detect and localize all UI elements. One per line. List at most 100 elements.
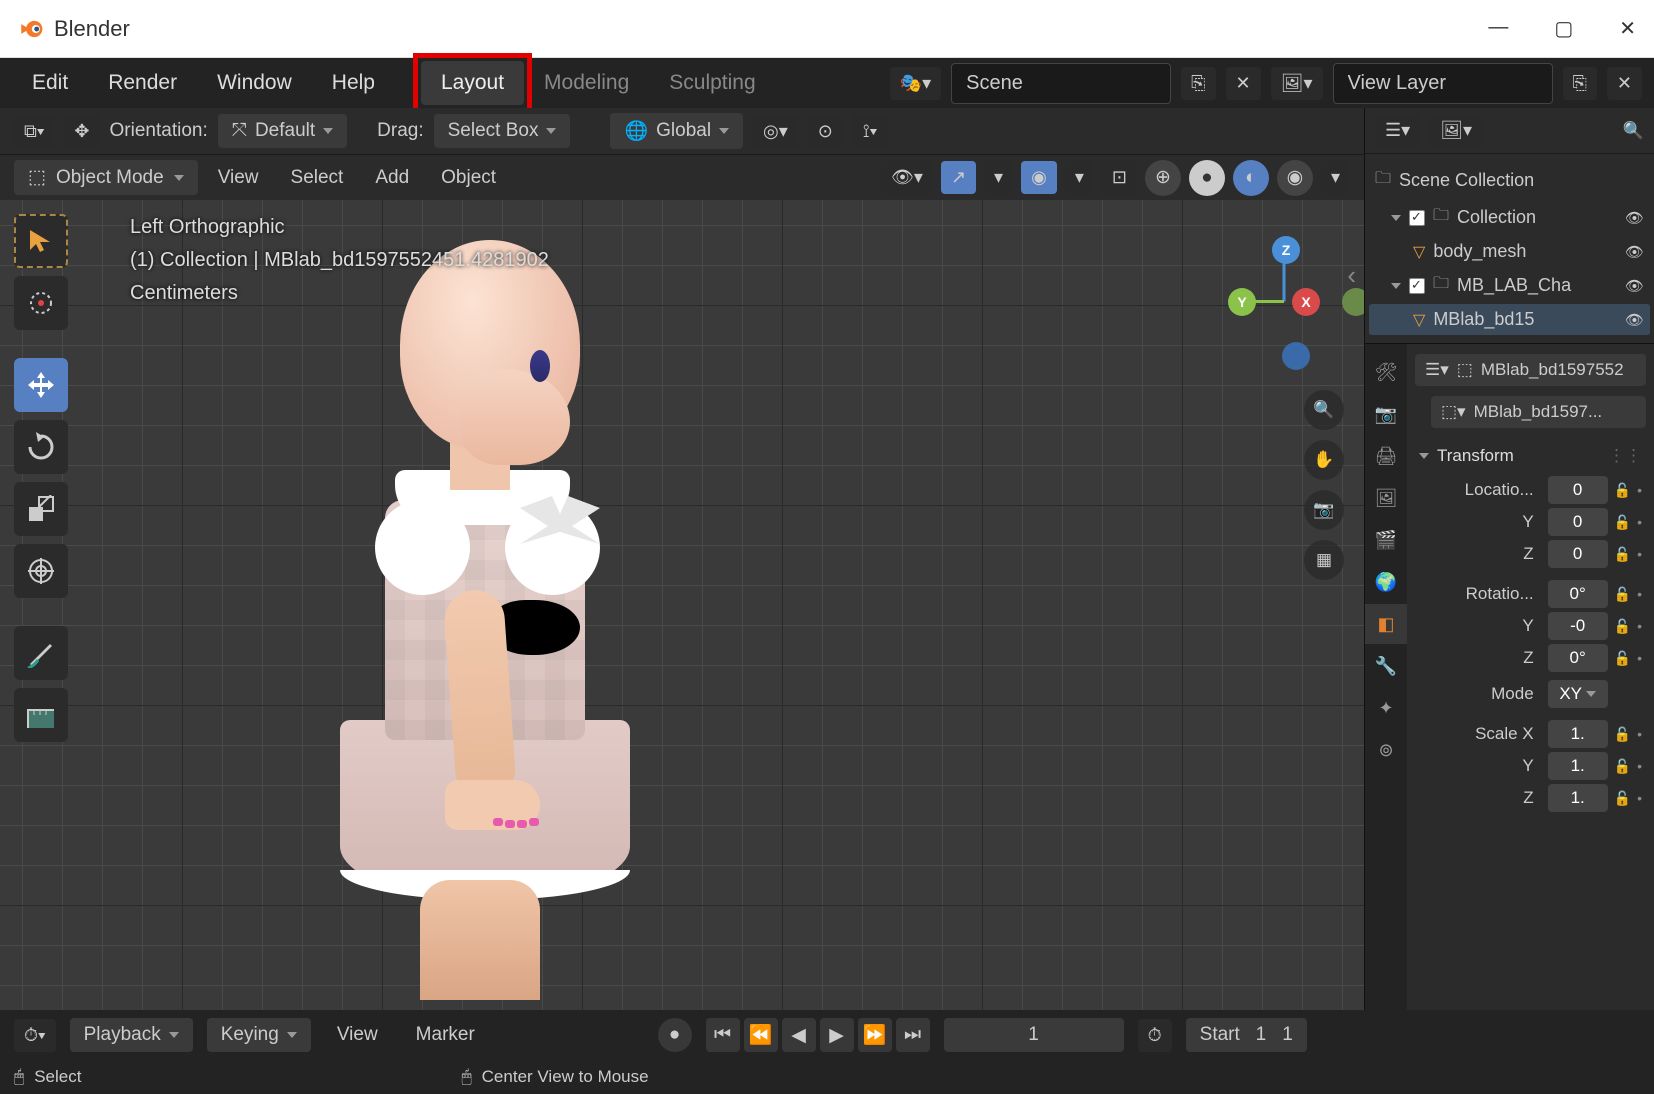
keyframe-dot-icon[interactable]: • xyxy=(1637,726,1642,742)
keyframe-dot-icon[interactable]: • xyxy=(1637,618,1642,634)
scale-y-value[interactable]: 1. xyxy=(1548,752,1608,780)
shading-wireframe-icon[interactable]: ⊕ xyxy=(1145,160,1181,196)
visibility-icon[interactable]: 👁 xyxy=(1625,277,1644,295)
shading-solid-icon[interactable]: ● xyxy=(1189,160,1225,196)
menu-render[interactable]: Render xyxy=(88,61,197,105)
expand-icon[interactable] xyxy=(1391,283,1401,289)
location-x-value[interactable]: 0 xyxy=(1548,476,1608,504)
transform-orientation-dropdown[interactable]: 🌐 Global xyxy=(610,113,743,149)
close-button[interactable]: ✕ xyxy=(1619,16,1636,41)
props-tab-object[interactable]: ◧ xyxy=(1365,604,1407,644)
proportional-edit-icon[interactable]: ◎▾ xyxy=(753,115,798,148)
props-tab-render[interactable]: 📷 xyxy=(1365,394,1407,434)
visibility-icon[interactable]: 👁 xyxy=(1625,209,1644,227)
props-tab-viewlayer[interactable]: 🖼 xyxy=(1365,478,1407,518)
props-tab-physics[interactable]: ⊚ xyxy=(1365,730,1407,770)
axis-z[interactable]: Z xyxy=(1272,236,1300,264)
lock-icon[interactable]: 🔓 xyxy=(1614,650,1631,667)
end-frame-input[interactable]: 1 xyxy=(1282,1024,1293,1046)
visibility-icon[interactable]: 👁 xyxy=(1625,243,1644,261)
lock-icon[interactable]: 🔓 xyxy=(1614,726,1631,743)
overlay-options-icon[interactable]: ▾ xyxy=(1065,161,1094,194)
timeline-menu-marker[interactable]: Marker xyxy=(404,1018,487,1052)
delete-viewlayer-icon[interactable]: ✕ xyxy=(1607,67,1642,100)
rotation-x-value[interactable]: 0° xyxy=(1548,580,1608,608)
outliner-collection[interactable]: 🗀 MB_LAB_Cha 👁 xyxy=(1369,267,1650,304)
keyframe-dot-icon[interactable]: • xyxy=(1637,586,1642,602)
pan-icon[interactable]: ✋ xyxy=(1304,440,1344,480)
keying-dropdown[interactable]: Keying xyxy=(207,1018,311,1052)
snap-icon[interactable]: ⧉▾ xyxy=(14,115,54,148)
props-section-transform[interactable]: Transform ⋮⋮ xyxy=(1415,438,1646,474)
drag-dropdown[interactable]: Select Box xyxy=(434,114,571,148)
collection-checkbox[interactable] xyxy=(1409,210,1425,226)
browse-scene-icon[interactable]: 🎭▾ xyxy=(890,67,941,100)
tool-transform[interactable] xyxy=(14,544,68,598)
shading-options-icon[interactable]: ▾ xyxy=(1321,161,1350,194)
overlay-toggle-icon[interactable]: ◉ xyxy=(1021,161,1057,194)
outliner-display-mode-icon[interactable]: ☰▾ xyxy=(1375,114,1420,147)
workspace-tab-layout[interactable]: Layout xyxy=(421,61,524,105)
lock-icon[interactable]: 🔓 xyxy=(1614,514,1631,531)
tool-annotate[interactable] xyxy=(14,626,68,680)
minimize-button[interactable]: — xyxy=(1488,16,1508,41)
location-z-value[interactable]: 0 xyxy=(1548,540,1608,568)
outliner-mesh-item-active[interactable]: ▽ MBlab_bd15 👁 xyxy=(1369,304,1650,335)
tool-scale[interactable] xyxy=(14,482,68,536)
move-gizmo-icon[interactable]: ✥ xyxy=(64,115,99,148)
collection-checkbox[interactable] xyxy=(1409,278,1425,294)
preview-range-icon[interactable]: ⏱ xyxy=(1138,1019,1172,1052)
shading-rendered-icon[interactable]: ◉ xyxy=(1277,160,1313,196)
lock-icon[interactable]: 🔓 xyxy=(1614,618,1631,635)
axis-neg-y[interactable] xyxy=(1342,288,1364,316)
gizmo-options-icon[interactable]: ▾ xyxy=(984,161,1013,194)
xray-icon[interactable]: ⊡ xyxy=(1102,161,1137,194)
visibility-dropdown-icon[interactable]: 👁▾ xyxy=(881,161,933,194)
menu-edit[interactable]: Edit xyxy=(12,61,88,105)
keyframe-dot-icon[interactable]: • xyxy=(1637,790,1642,806)
toggle-ortho-icon[interactable]: ▦ xyxy=(1304,540,1344,580)
play-icon[interactable]: ▶ xyxy=(820,1018,854,1052)
camera-view-icon[interactable]: 📷 xyxy=(1304,490,1344,530)
outliner-filter-icon[interactable]: 🖼▾ xyxy=(1430,114,1482,147)
jump-start-icon[interactable]: ⏮ xyxy=(706,1018,740,1052)
axis-x[interactable]: X xyxy=(1292,288,1320,316)
menu-window[interactable]: Window xyxy=(197,61,312,105)
lock-icon[interactable]: 🔓 xyxy=(1614,586,1631,603)
timeline-editor-type-icon[interactable]: ⏱▾ xyxy=(14,1019,56,1052)
next-keyframe-icon[interactable]: ⏩ xyxy=(858,1018,892,1052)
lock-icon[interactable]: 🔓 xyxy=(1614,482,1631,499)
props-breadcrumb-1[interactable]: ☰▾ ⬚ MBlab_bd1597552 xyxy=(1415,354,1646,386)
keyframe-dot-icon[interactable]: • xyxy=(1637,650,1642,666)
timeline-menu-view[interactable]: View xyxy=(325,1018,390,1052)
tool-move[interactable] xyxy=(14,358,68,412)
section-menu-icon[interactable]: ⋮⋮ xyxy=(1608,446,1642,466)
snap-options-icon[interactable]: ⟟▾ xyxy=(853,115,887,148)
tool-select-box[interactable] xyxy=(14,214,68,268)
scene-name-input[interactable] xyxy=(951,63,1171,104)
shading-matprev-icon[interactable]: ◐ xyxy=(1233,160,1269,196)
start-frame-input[interactable]: 1 xyxy=(1256,1024,1267,1045)
viewport-3d[interactable]: Left Orthographic (1) Collection | MBlab… xyxy=(0,200,1364,1010)
viewlayer-name-input[interactable] xyxy=(1333,63,1553,104)
search-icon[interactable]: 🔍 xyxy=(1623,121,1644,141)
props-tab-particles[interactable]: ✦ xyxy=(1365,688,1407,728)
viewport-menu-select[interactable]: Select xyxy=(279,161,356,195)
navigation-gizmo[interactable]: X Y Z xyxy=(1234,250,1334,350)
prev-keyframe-icon[interactable]: ⏪ xyxy=(744,1018,778,1052)
props-tab-modifiers[interactable]: 🔧 xyxy=(1365,646,1407,686)
props-tab-tool[interactable]: 🛠 xyxy=(1365,352,1407,392)
props-tab-world[interactable]: 🌍 xyxy=(1365,562,1407,602)
menu-help[interactable]: Help xyxy=(312,61,395,105)
tool-measure[interactable] xyxy=(14,688,68,742)
keyframe-dot-icon[interactable]: • xyxy=(1637,482,1642,498)
zoom-icon[interactable]: 🔍 xyxy=(1304,390,1344,430)
snap-toggle-icon[interactable]: ⊙ xyxy=(808,115,843,148)
axis-y[interactable]: Y xyxy=(1228,288,1256,316)
new-viewlayer-icon[interactable]: ⎘ xyxy=(1563,67,1597,100)
new-scene-icon[interactable]: ⎘ xyxy=(1181,67,1215,100)
rotation-mode-dropdown[interactable]: XY xyxy=(1548,680,1608,708)
play-reverse-icon[interactable]: ◀ xyxy=(782,1018,816,1052)
keyframe-dot-icon[interactable]: • xyxy=(1637,514,1642,530)
props-breadcrumb-2[interactable]: ⬚▾ MBlab_bd1597... xyxy=(1431,396,1646,428)
